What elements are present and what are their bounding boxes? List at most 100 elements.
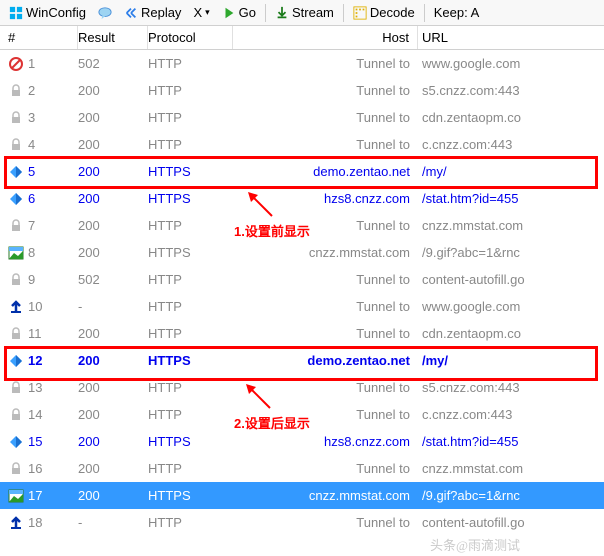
watermark: 头条@雨滴测试 <box>430 535 520 554</box>
toolbar: WinConfig Replay X ▾ Go Stream Decode Ke… <box>0 0 604 26</box>
session-row[interactable]: 6200HTTPShzs8.cnzz.com/stat.htm?id=455 <box>0 185 604 212</box>
row-protocol: HTTPS <box>148 164 233 179</box>
lock-icon <box>8 137 24 153</box>
session-row[interactable]: 13200HTTPTunnel tos5.cnzz.com:443 <box>0 374 604 401</box>
row-url: /my/ <box>418 164 604 179</box>
go-icon <box>222 6 236 20</box>
decode-label: Decode <box>370 5 415 20</box>
x-label: X <box>193 5 202 20</box>
replay-label: Replay <box>141 5 181 20</box>
row-url: c.cnzz.com:443 <box>418 137 604 152</box>
session-row[interactable]: 8200HTTPScnzz.mmstat.com/9.gif?abc=1&rnc <box>0 239 604 266</box>
separator <box>343 4 344 22</box>
row-host: cnzz.mmstat.com <box>233 488 418 503</box>
replay-button[interactable]: Replay <box>119 3 186 22</box>
diamond-icon <box>8 434 24 450</box>
row-host: Tunnel to <box>233 218 418 233</box>
keep-label: Keep: A <box>434 5 480 20</box>
row-result: 200 <box>78 326 148 341</box>
row-host: Tunnel to <box>233 137 418 152</box>
row-host: Tunnel to <box>233 380 418 395</box>
header-result[interactable]: Result <box>78 26 148 49</box>
session-row[interactable]: 5200HTTPSdemo.zentao.net/my/ <box>0 158 604 185</box>
session-list: 1502HTTPTunnel towww.google.com2200HTTPT… <box>0 50 604 536</box>
session-row[interactable]: 16200HTTPTunnel tocnzz.mmstat.com <box>0 455 604 482</box>
row-protocol: HTTP <box>148 83 233 98</box>
row-url: /9.gif?abc=1&rnc <box>418 245 604 260</box>
lock-icon <box>8 83 24 99</box>
row-protocol: HTTP <box>148 326 233 341</box>
stream-label: Stream <box>292 5 334 20</box>
comment-button[interactable] <box>93 4 117 22</box>
row-result: 200 <box>78 407 148 422</box>
winconfig-button[interactable]: WinConfig <box>4 3 91 22</box>
go-button[interactable]: Go <box>217 3 261 22</box>
row-num: 15 <box>28 434 42 449</box>
row-result: 502 <box>78 272 148 287</box>
session-row[interactable]: 14200HTTPTunnel toc.cnzz.com:443 <box>0 401 604 428</box>
row-num: 3 <box>28 110 35 125</box>
row-num: 11 <box>28 326 42 341</box>
row-result: 200 <box>78 434 148 449</box>
session-row[interactable]: 7200HTTPTunnel tocnzz.mmstat.com <box>0 212 604 239</box>
header-num[interactable]: # <box>0 26 78 49</box>
session-row[interactable]: 12200HTTPSdemo.zentao.net/my/ <box>0 347 604 374</box>
session-row[interactable]: 2200HTTPTunnel tos5.cnzz.com:443 <box>0 77 604 104</box>
row-num: 9 <box>28 272 35 287</box>
diamond-icon <box>8 164 24 180</box>
session-row[interactable]: 3200HTTPTunnel tocdn.zentaopm.co <box>0 104 604 131</box>
row-num: 2 <box>28 83 35 98</box>
replay-icon <box>124 6 138 20</box>
row-host: Tunnel to <box>233 299 418 314</box>
lock-icon <box>8 380 24 396</box>
row-protocol: HTTP <box>148 380 233 395</box>
remove-button[interactable]: X ▾ <box>188 3 214 22</box>
row-host: hzs8.cnzz.com <box>233 191 418 206</box>
header-url[interactable]: URL <box>418 26 604 49</box>
row-protocol: HTTP <box>148 515 233 530</box>
session-row[interactable]: 15200HTTPShzs8.cnzz.com/stat.htm?id=455 <box>0 428 604 455</box>
row-url: content-autofill.go <box>418 515 604 530</box>
keep-button[interactable]: Keep: A <box>429 3 485 22</box>
decode-icon <box>353 6 367 20</box>
separator <box>424 4 425 22</box>
row-protocol: HTTPS <box>148 245 233 260</box>
session-row[interactable]: 9502HTTPTunnel tocontent-autofill.go <box>0 266 604 293</box>
row-protocol: HTTP <box>148 137 233 152</box>
row-result: 200 <box>78 218 148 233</box>
row-protocol: HTTP <box>148 110 233 125</box>
row-num: 4 <box>28 137 35 152</box>
session-row[interactable]: 18-HTTPTunnel tocontent-autofill.go <box>0 509 604 536</box>
row-protocol: HTTP <box>148 56 233 71</box>
stream-button[interactable]: Stream <box>270 3 339 22</box>
decode-button[interactable]: Decode <box>348 3 420 22</box>
lock-icon <box>8 461 24 477</box>
image-icon <box>8 245 24 261</box>
row-num: 12 <box>28 353 42 368</box>
session-row[interactable]: 11200HTTPTunnel tocdn.zentaopm.co <box>0 320 604 347</box>
row-result: - <box>78 515 148 530</box>
row-host: Tunnel to <box>233 272 418 287</box>
row-num: 13 <box>28 380 42 395</box>
row-url: cdn.zentaopm.co <box>418 110 604 125</box>
row-protocol: HTTPS <box>148 488 233 503</box>
row-result: 200 <box>78 110 148 125</box>
row-url: s5.cnzz.com:443 <box>418 83 604 98</box>
row-protocol: HTTPS <box>148 434 233 449</box>
diamond-icon <box>8 191 24 207</box>
session-row[interactable]: 4 200HTTPTunnel toc.cnzz.com:443 <box>0 131 604 158</box>
row-protocol: HTTPS <box>148 191 233 206</box>
row-result: 200 <box>78 137 148 152</box>
upload-icon <box>8 515 24 531</box>
session-row[interactable]: 17200HTTPScnzz.mmstat.com/9.gif?abc=1&rn… <box>0 482 604 509</box>
session-row[interactable]: 1502HTTPTunnel towww.google.com <box>0 50 604 77</box>
header-protocol[interactable]: Protocol <box>148 26 233 49</box>
header-host[interactable]: Host <box>233 26 418 49</box>
row-result: 200 <box>78 191 148 206</box>
column-headers: # Result Protocol Host URL <box>0 26 604 50</box>
row-host: Tunnel to <box>233 56 418 71</box>
row-host: Tunnel to <box>233 461 418 476</box>
row-url: www.google.com <box>418 299 604 314</box>
row-result: 200 <box>78 461 148 476</box>
session-row[interactable]: 10-HTTPTunnel towww.google.com <box>0 293 604 320</box>
